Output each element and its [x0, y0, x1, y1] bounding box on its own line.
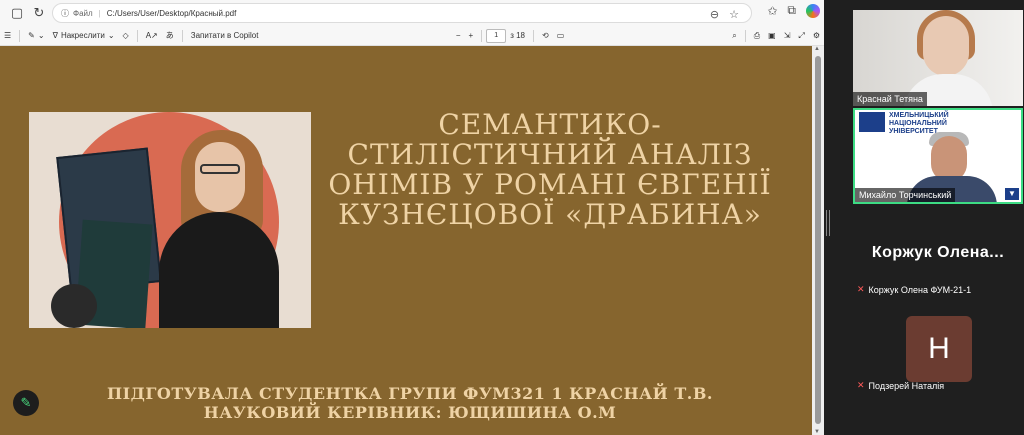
- chevron-down-icon[interactable]: ▼: [1005, 188, 1019, 200]
- photo-dark-ball: [51, 284, 97, 328]
- highlight-button[interactable]: ✎ ⌄: [24, 27, 48, 45]
- copilot-icon[interactable]: [806, 3, 820, 18]
- print-icon: ⎙: [753, 30, 761, 40]
- minus-icon: −: [455, 31, 461, 40]
- slide-subtitle: ПІДГОТУВАЛА СТУДЕНТКА ГРУПИ ФУМ321 1 КРА…: [60, 384, 760, 422]
- participant-name-label: Краснай Тетяна: [853, 92, 927, 106]
- chevron-down-icon: ⌄: [107, 31, 115, 40]
- pdf-slide-page: СЕМАНТИКО-СТИЛІСТИЧНИЙ АНАЛІЗ ОНІМІВ У Р…: [0, 46, 812, 435]
- rotate-button[interactable]: ⟲: [538, 27, 553, 45]
- ask-copilot-label: Запитати в Copilot: [190, 31, 259, 40]
- toolbar-divider: [136, 29, 138, 42]
- video-tile-krasnai[interactable]: Краснай Тетяна: [853, 10, 1023, 106]
- erase-button[interactable]: ◇: [119, 27, 133, 45]
- page-view-icon: ▭: [556, 31, 565, 40]
- vertical-scrollbar[interactable]: ▲ ▼: [812, 46, 824, 435]
- favorite-star-icon[interactable]: ☆: [729, 8, 739, 21]
- photo-person-body: [159, 212, 279, 328]
- save-as-icon: ⇲: [783, 31, 791, 40]
- slide-title: СЕМАНТИКО-СТИЛІСТИЧНИЙ АНАЛІЗ ОНІМІВ У Р…: [328, 108, 772, 231]
- page-total: з 18: [510, 31, 525, 40]
- sidebar-toggle-icon[interactable]: ▢: [6, 2, 28, 24]
- translate-button[interactable]: あ: [162, 27, 178, 45]
- search-icon: ⌕: [732, 30, 737, 40]
- mic-off-icon: ✕: [857, 284, 865, 294]
- photo-person-face: [195, 142, 245, 212]
- url-separator: |: [98, 8, 101, 18]
- url-scheme-label: Файл: [73, 8, 93, 18]
- subtitle-line-1: ПІДГОТУВАЛА СТУДЕНТКА ГРУПИ ФУМ321 1 КРА…: [107, 384, 713, 403]
- slide-photo: [29, 112, 311, 328]
- scroll-down-icon[interactable]: ▼: [814, 429, 820, 435]
- university-logo-icon: [859, 112, 885, 132]
- annotate-fab-button[interactable]: ✎: [13, 390, 39, 416]
- read-aloud-icon: A↗: [145, 31, 158, 40]
- expand-icon: ⤢: [798, 30, 805, 40]
- participant-row-korzhuk: ✕ Коржук Олена ФУМ-21-1: [857, 284, 971, 295]
- browser-actions: ✩ ⧉: [767, 3, 820, 18]
- participant-name-label: Коржук Олена ФУМ-21-1: [868, 284, 972, 295]
- scrollbar-thumb[interactable]: [815, 56, 821, 424]
- mic-off-icon: ✕: [857, 380, 865, 390]
- settings-button[interactable]: ⚙: [809, 27, 824, 45]
- draw-label: Накреслити: [60, 31, 105, 40]
- save-icon: ▣: [768, 31, 776, 40]
- draw-button[interactable]: ∇ Накреслити ⌄: [49, 27, 119, 45]
- pencil-icon: ✎: [20, 395, 32, 410]
- participant-name-label: Михайло Торчинський: [855, 188, 956, 202]
- photo-person-glasses: [200, 164, 240, 174]
- avatar[interactable]: Н: [906, 316, 972, 382]
- pdf-browser-window: ▢ ↻ ⓘ Файл | C:/Users/User/Desktop/Красн…: [0, 0, 824, 435]
- info-icon: ⓘ: [61, 8, 69, 18]
- panel-splitter-handle[interactable]: [826, 210, 830, 236]
- pen-icon: ∇: [52, 31, 58, 40]
- participant-big-name: Коржук Олена...: [871, 244, 1005, 261]
- gear-icon: ⚙: [812, 31, 820, 40]
- contents-button[interactable]: ☰: [0, 27, 15, 45]
- read-aloud-button[interactable]: A↗: [142, 27, 162, 45]
- favorites-icon[interactable]: ✩: [767, 4, 777, 18]
- participant-row-podzerei: ✕ Подзерей Наталія: [857, 380, 944, 391]
- participant-name-label: Подзерей Наталія: [868, 380, 945, 391]
- participant-face: [923, 16, 969, 76]
- toolbar-divider: [533, 29, 534, 42]
- highlighter-icon: ✎: [28, 31, 35, 40]
- refresh-icon[interactable]: ↻: [28, 2, 50, 24]
- ask-copilot-button[interactable]: Запитати в Copilot: [187, 27, 263, 45]
- list-icon: ☰: [4, 31, 12, 40]
- url-actions: ⊖ ☆: [710, 4, 739, 24]
- address-bar-row: ▢ ↻ ⓘ Файл | C:/Users/User/Desktop/Красн…: [0, 0, 824, 26]
- translate-icon: あ: [165, 31, 174, 40]
- print-button[interactable]: ⎙: [750, 27, 764, 45]
- zoom-icon[interactable]: ⊖: [710, 8, 719, 21]
- toolbar-divider: [744, 29, 746, 42]
- fullscreen-button[interactable]: ⤢: [794, 27, 808, 45]
- page-view-button[interactable]: ▭: [553, 27, 569, 45]
- toolbar-divider: [19, 29, 21, 42]
- save-button[interactable]: ▣: [764, 27, 780, 45]
- page-number-input[interactable]: 1: [486, 28, 507, 43]
- scroll-up-icon[interactable]: ▲: [814, 46, 820, 52]
- zoom-out-button[interactable]: −: [452, 27, 465, 45]
- toolbar-divider: [481, 29, 483, 42]
- zoom-in-button[interactable]: +: [465, 27, 478, 45]
- save-as-button[interactable]: ⇲: [780, 27, 795, 45]
- video-tile-torchynskyi[interactable]: ХМЕЛЬНИЦЬКИЙ НАЦІОНАЛЬНИЙ УНІВЕРСИТЕТ Ми…: [853, 108, 1023, 204]
- subtitle-line-2: НАУКОВИЙ КЕРІВНИК: ЮЩИШИНА О.М: [203, 403, 617, 422]
- rotate-icon: ⟲: [542, 31, 549, 40]
- eraser-icon: ◇: [122, 31, 129, 40]
- toolbar-divider: [181, 29, 183, 42]
- search-button[interactable]: ⌕: [728, 27, 740, 45]
- url-text: C:/Users/User/Desktop/Красный.pdf: [106, 8, 237, 18]
- extensions-icon[interactable]: ⧉: [787, 3, 796, 18]
- pdf-toolbar: ☰ ✎ ⌄ ∇ Накреслити ⌄ ◇ A↗ あ Запитати в Copi…: [0, 26, 824, 46]
- plus-icon: +: [468, 31, 474, 40]
- chevron-down-icon: ⌄: [37, 31, 45, 40]
- url-field[interactable]: ⓘ Файл | C:/Users/User/Desktop/Красный.p…: [52, 3, 752, 23]
- screen: ▢ ↻ ⓘ Файл | C:/Users/User/Desktop/Красн…: [0, 0, 1024, 435]
